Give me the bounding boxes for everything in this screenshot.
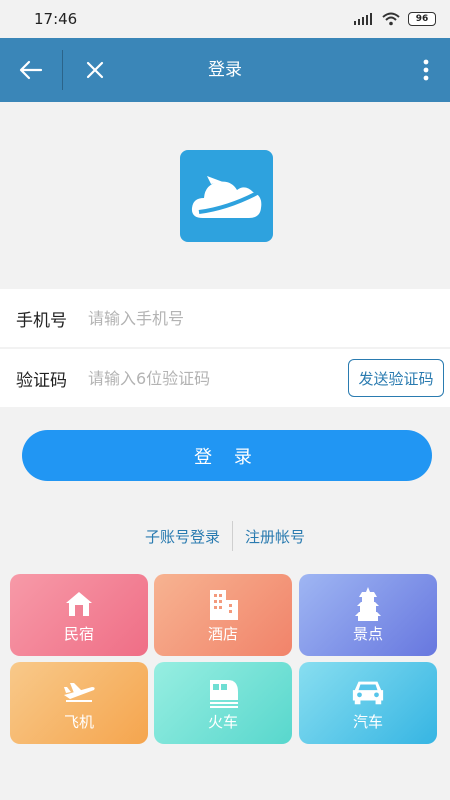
register-link[interactable]: 注册帐号: [233, 526, 317, 547]
pagoda-icon: [351, 586, 385, 621]
arrow-left-icon: [19, 60, 43, 80]
service-tile-train[interactable]: 火车: [154, 662, 292, 744]
service-tile-hotel[interactable]: 酒店: [154, 574, 292, 656]
house-icon: [62, 587, 96, 621]
service-label: 酒店: [207, 624, 238, 643]
code-label: 验证码: [16, 370, 67, 391]
app-logo: [180, 150, 273, 242]
back-button[interactable]: [8, 38, 54, 102]
status-bar: 17:46 96: [0, 0, 450, 38]
page-title: 登录: [208, 60, 242, 80]
signal-icon: [354, 13, 372, 25]
service-label: 汽车: [352, 712, 383, 731]
service-label: 民宿: [63, 624, 94, 643]
wifi-icon: [382, 12, 400, 26]
send-code-button[interactable]: 发送验证码: [348, 359, 444, 397]
status-icons: 96: [354, 12, 436, 26]
more-button[interactable]: [408, 38, 444, 102]
service-label: 景点: [352, 624, 383, 643]
login-button[interactable]: 登 录: [22, 430, 432, 481]
sub-account-login-link[interactable]: 子账号登录: [133, 526, 232, 547]
battery-icon: 96: [408, 12, 436, 26]
car-icon: [351, 675, 385, 709]
airplane-icon: [62, 675, 96, 709]
code-input[interactable]: [88, 363, 328, 393]
service-grid: 民宿 酒店 景点 飞机 火车 汽车: [10, 574, 438, 744]
service-tile-attraction[interactable]: 景点: [299, 574, 437, 656]
service-tile-car[interactable]: 汽车: [299, 662, 437, 744]
service-tile-homestay[interactable]: 民宿: [10, 574, 148, 656]
status-time: 17:46: [34, 10, 78, 28]
phone-row: 手机号: [0, 289, 450, 347]
nav-bar: 登录: [0, 38, 450, 102]
building-icon: [206, 587, 240, 621]
link-row: 子账号登录 注册帐号: [0, 520, 450, 552]
code-row: 验证码 发送验证码: [0, 349, 450, 407]
close-button[interactable]: [72, 38, 118, 102]
phone-input[interactable]: [88, 303, 328, 333]
nav-divider: [62, 50, 63, 90]
close-icon: [86, 61, 104, 79]
train-icon: [206, 675, 240, 709]
cloud-plane-logo-icon: [191, 176, 261, 218]
more-vertical-icon: [423, 59, 429, 81]
phone-label: 手机号: [16, 310, 67, 331]
service-tile-flight[interactable]: 飞机: [10, 662, 148, 744]
service-label: 飞机: [63, 712, 94, 731]
service-label: 火车: [207, 712, 238, 731]
